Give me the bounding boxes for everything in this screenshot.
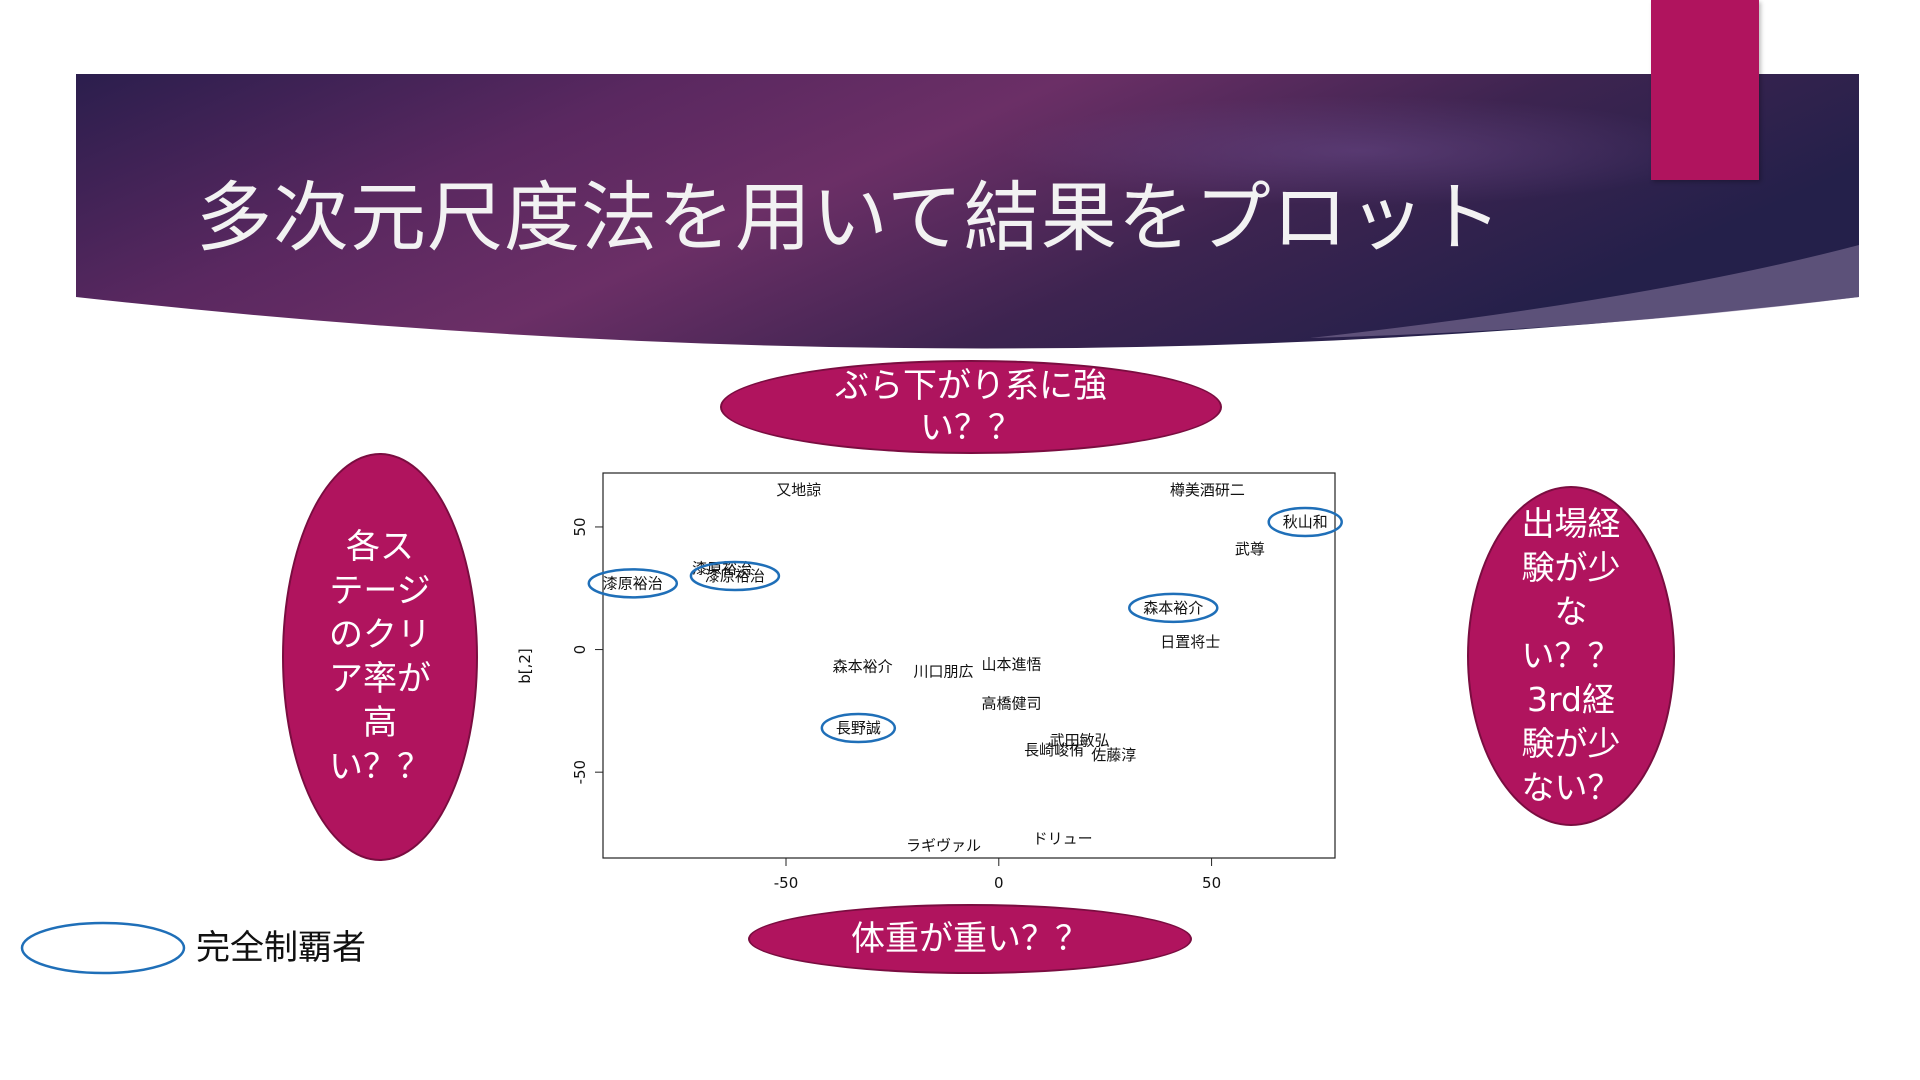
- point-label: 佐藤淳: [1091, 746, 1136, 764]
- callout-left: 各ス テージ のクリ ア率が 高 い？？: [282, 453, 478, 861]
- point-label: 漆原裕治: [603, 574, 663, 592]
- data-point: 高橋健司: [982, 695, 1042, 713]
- point-label: 秋山和: [1283, 513, 1328, 531]
- callout-right: 出場経 験が少 な い？？ 3rd経 験が少 ない？: [1467, 486, 1675, 826]
- point-label: ドリュー: [1033, 829, 1093, 847]
- legend-label: 完全制覇者: [196, 928, 366, 968]
- data-point: ドリュー: [1033, 829, 1093, 847]
- data-point: ラギヴァル: [906, 837, 981, 855]
- point-label: 漆原裕治: [705, 567, 765, 585]
- data-point: 川口朋広: [913, 663, 973, 681]
- y-axis-label: b[,2]: [516, 648, 534, 684]
- data-point: 日置将士: [1160, 633, 1220, 651]
- x-tick-label: -50: [774, 874, 799, 892]
- point-label: ラギヴァル: [906, 837, 981, 855]
- point-label: 森本裕介: [833, 658, 893, 676]
- callout-bottom: 体重が重い？？: [748, 904, 1192, 974]
- point-label: 長野誠: [836, 719, 881, 737]
- data-point: 森本裕介: [833, 658, 893, 676]
- data-point: 山本進悟: [982, 655, 1042, 673]
- data-point: 長崎峻侑: [1024, 741, 1084, 759]
- point-label: 樽美酒研二: [1170, 481, 1245, 499]
- y-tick-label: 0: [571, 645, 589, 655]
- x-tick-label: 50: [1202, 874, 1221, 892]
- point-label: 又地諒: [776, 481, 821, 499]
- point-label: 高橋健司: [982, 695, 1042, 713]
- y-tick-label: 50: [571, 517, 589, 536]
- x-tick-label: 0: [994, 874, 1004, 892]
- data-point: 又地諒: [776, 481, 821, 499]
- point-label: 山本進悟: [982, 655, 1042, 673]
- point-label: 武尊: [1235, 540, 1265, 558]
- data-point: 佐藤淳: [1091, 746, 1136, 764]
- data-point: 樽美酒研二: [1170, 481, 1245, 499]
- point-label: 日置将士: [1160, 633, 1220, 651]
- point-label: 森本裕介: [1143, 599, 1203, 617]
- y-tick-label: -50: [571, 760, 589, 785]
- point-label: 川口朋広: [913, 663, 973, 681]
- data-point: 武尊: [1235, 540, 1265, 558]
- callout-top: ぶら下がり系に強 い？？: [720, 360, 1222, 454]
- point-label: 長崎峻侑: [1024, 741, 1084, 759]
